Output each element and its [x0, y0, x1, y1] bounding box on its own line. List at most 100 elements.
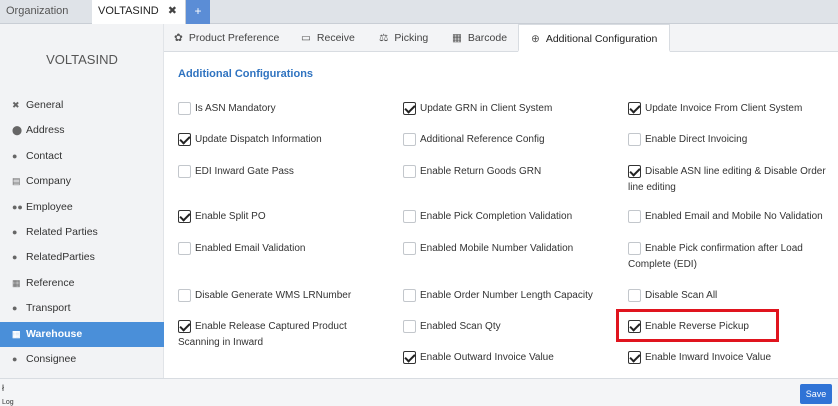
checkbox[interactable]	[403, 133, 416, 146]
tab-additional-configuration[interactable]: ⊕ Additional Configuration	[518, 24, 671, 52]
option-enabled-scan-qty[interactable]: Enabled Scan Qty	[403, 319, 613, 335]
sidebar-item-consignee[interactable]: ● Consignee	[0, 347, 164, 372]
section-title: Additional Configurations	[178, 68, 314, 80]
checkbox[interactable]	[628, 133, 641, 146]
checkbox[interactable]	[403, 289, 416, 302]
checkbox[interactable]	[403, 320, 416, 333]
top-tab-bar: Organization VOLTASIND ✖ +	[0, 0, 838, 24]
option-label: Disable Scan All	[645, 290, 718, 301]
option-enabled-email-validation[interactable]: Enabled Email Validation	[178, 241, 388, 257]
warehouse-icon: ▦	[12, 328, 21, 339]
sidebar-item-warehouse[interactable]: ▦ Warehouse	[0, 321, 164, 347]
sidebar-item-label: Reference	[26, 276, 75, 289]
tab-organization[interactable]: Organization	[0, 0, 92, 24]
option-label: Update Invoice From Client System	[645, 103, 803, 114]
tab-barcode[interactable]: ▦ Barcode	[452, 24, 507, 52]
sidebar-item-relatedparties[interactable]: ● RelatedParties	[0, 245, 164, 270]
checkbox[interactable]	[628, 289, 641, 302]
checkbox[interactable]	[178, 165, 191, 178]
cogs-icon: ✿	[174, 32, 183, 44]
option-enable-order-number-length[interactable]: Enable Order Number Length Capacity	[403, 288, 618, 304]
sidebar-item-label: Warehouse	[26, 327, 83, 340]
option-disable-generate-wms-lrnumber[interactable]: Disable Generate WMS LRNumber	[178, 288, 388, 304]
user-icon: ●	[12, 353, 18, 364]
sidebar-item-label: Transport	[26, 302, 71, 315]
sidebar-item-label: Company	[26, 175, 71, 188]
checkbox[interactable]	[628, 351, 641, 364]
sidebar-item-general[interactable]: ✖ General	[0, 93, 164, 118]
option-label: Enabled Email and Mobile No Validation	[645, 211, 823, 222]
tab-picking[interactable]: ⚖ Picking	[379, 24, 428, 52]
option-enabled-mobile-number-validation[interactable]: Enabled Mobile Number Validation	[403, 241, 613, 257]
sidebar-item-address[interactable]: ⬤ Address	[0, 118, 164, 143]
tab-label: Product Preference	[188, 32, 280, 44]
tab-voltasind[interactable]: VOLTASIND ✖	[92, 0, 186, 24]
checkbox[interactable]	[628, 210, 641, 223]
checkbox[interactable]	[178, 102, 191, 115]
option-enabled-email-mobile-validation[interactable]: Enabled Email and Mobile No Validation	[628, 209, 834, 225]
user-icon: ●	[12, 303, 18, 314]
tab-receive[interactable]: ▭ Receive	[301, 24, 355, 52]
option-update-dispatch-information[interactable]: Update Dispatch Information	[178, 132, 388, 148]
sidebar-nav: ✖ General ⬤ Address ● Contact ▤ Company ●● Em…	[0, 93, 164, 372]
option-edi-inward-gate-pass[interactable]: EDI Inward Gate Pass	[178, 164, 388, 180]
sidebar-item-contact[interactable]: ● Contact	[0, 144, 164, 169]
checkbox[interactable]	[403, 210, 416, 223]
option-label: Update GRN in Client System	[420, 103, 553, 114]
sidebar-item-company[interactable]: ▤ Company	[0, 169, 164, 194]
option-disable-scan-all[interactable]: Disable Scan All	[628, 288, 828, 304]
option-label: Update Dispatch Information	[195, 134, 322, 145]
plus-circle-icon: ⊕	[531, 33, 540, 45]
checkbox[interactable]	[403, 351, 416, 364]
option-enable-direct-invoicing[interactable]: Enable Direct Invoicing	[628, 132, 828, 148]
company-name: VOLTASIND	[46, 52, 118, 67]
option-enable-inward-invoice-value[interactable]: Enable Inward Invoice Value	[628, 350, 828, 366]
option-update-grn-client-system[interactable]: Update GRN in Client System	[403, 101, 613, 117]
option-enable-release-captured-scanning[interactable]: Enable Release Captured Product Scanning…	[178, 319, 388, 351]
sidebar: VOLTASIND ✖ General ⬤ Address ● Contact ▤ Co…	[0, 24, 164, 378]
option-additional-reference-config[interactable]: Additional Reference Config	[403, 132, 613, 148]
checkbox[interactable]	[178, 133, 191, 146]
receive-icon: ▭	[301, 32, 311, 44]
sidebar-item-employee[interactable]: ●● Employee	[0, 195, 164, 220]
option-is-asn-mandatory[interactable]: Is ASN Mandatory	[178, 101, 378, 117]
user-icon: ●	[12, 150, 18, 161]
checkbox[interactable]	[178, 320, 191, 333]
option-label: Additional Reference Config	[420, 134, 545, 145]
sidebar-item-transport[interactable]: ● Transport	[0, 296, 164, 321]
checkbox[interactable]	[628, 242, 641, 255]
sidebar-item-reference[interactable]: ▦ Reference	[0, 271, 164, 296]
option-update-invoice-client-system[interactable]: Update Invoice From Client System	[628, 101, 828, 117]
checkbox[interactable]	[178, 289, 191, 302]
add-tab-button[interactable]: +	[186, 0, 210, 24]
checkbox[interactable]	[178, 210, 191, 223]
sidebar-item-label: General	[26, 99, 64, 111]
option-enable-pick-confirmation-edi[interactable]: Enable Pick confirmation after Load Comp…	[628, 241, 818, 273]
tab-product-preference[interactable]: ✿ Product Preference	[174, 24, 279, 52]
tab-voltasind-label: VOLTASIND	[98, 5, 159, 17]
checkbox[interactable]	[403, 102, 416, 115]
option-enable-split-po[interactable]: Enable Split PO	[178, 209, 388, 225]
option-enable-pick-completion-validation[interactable]: Enable Pick Completion Validation	[403, 209, 613, 225]
checkbox[interactable]	[403, 242, 416, 255]
log-icon[interactable]: ł	[2, 383, 4, 393]
building-icon: ▤	[12, 176, 21, 187]
option-label: Enable Outward Invoice Value	[420, 352, 554, 363]
close-icon[interactable]: ✖	[168, 0, 177, 22]
option-enable-return-goods-grn[interactable]: Enable Return Goods GRN	[403, 164, 613, 180]
checkbox[interactable]	[178, 242, 191, 255]
sidebar-item-related-parties[interactable]: ● Related Parties	[0, 220, 164, 245]
tab-label: Additional Configuration	[545, 33, 658, 45]
option-disable-asn-line-editing[interactable]: Disable ASN line editing & Disable Order…	[628, 164, 828, 196]
checkbox[interactable]	[403, 165, 416, 178]
option-label: Enable Pick Completion Validation	[420, 211, 573, 222]
map-marker-icon: ⬤	[12, 125, 23, 136]
sidebar-item-label: RelatedParties	[26, 251, 95, 264]
checkbox[interactable]	[628, 102, 641, 115]
option-label: Enable Pick confirmation after Load Comp…	[628, 243, 803, 270]
option-enable-outward-invoice-value[interactable]: Enable Outward Invoice Value	[403, 350, 613, 366]
log-label[interactable]: Log	[2, 399, 14, 406]
save-button[interactable]: Save	[800, 384, 832, 404]
checkbox[interactable]	[628, 165, 641, 178]
option-label: Enabled Mobile Number Validation	[420, 243, 574, 254]
